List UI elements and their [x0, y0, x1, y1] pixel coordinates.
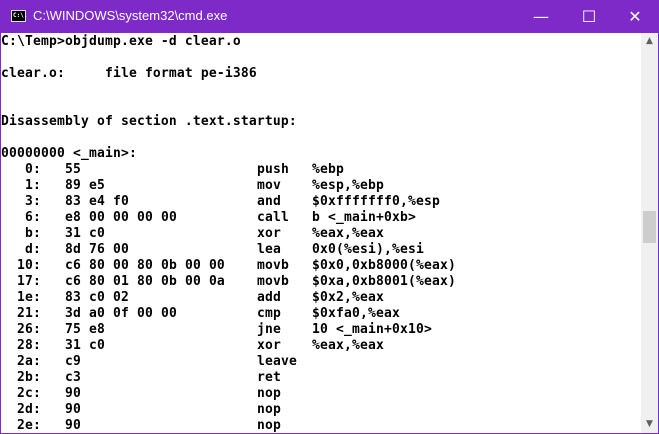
- window-title: C:\WINDOWS\system32\cmd.exe: [33, 8, 228, 23]
- address: 2e:: [17, 418, 41, 433]
- address: 28:: [17, 338, 41, 353]
- address: 6:: [25, 210, 41, 225]
- address: 2d:: [17, 402, 41, 417]
- operands: b <_main+0xb>: [312, 210, 416, 225]
- address: 21:: [17, 306, 41, 321]
- mnemonic: movb: [257, 258, 289, 273]
- maximize-icon: ☐: [581, 7, 597, 26]
- opcode-bytes: 31 c0: [65, 226, 105, 241]
- disassembly-row: 3: 83 e4 f0 and $0xfffffff0,%esp: [1, 194, 641, 210]
- operands: $0xfa0,%eax: [312, 306, 400, 321]
- operands: $0xa,0xb8001(%eax): [312, 274, 456, 289]
- disassembly-row: 2c: 90 nop: [1, 386, 641, 402]
- address: 0:: [25, 162, 41, 177]
- address: 26:: [17, 322, 41, 337]
- disassembly-row: 2e: 90 nop: [1, 418, 641, 433]
- opcode-bytes: c6 80 01 80 0b 00 0a: [65, 274, 225, 289]
- operands: 10 <_main+0x10>: [312, 322, 432, 337]
- symbol-label: 00000000 <_main>:: [1, 146, 137, 161]
- opcode-bytes: 55: [65, 162, 81, 177]
- mnemonic: nop: [257, 386, 281, 401]
- mnemonic: push: [257, 162, 289, 177]
- operands: $0x2,%eax: [312, 290, 384, 305]
- disassembly-row: 1: 89 e5 mov %esp,%ebp: [1, 178, 641, 194]
- disassembly-row: 6: e8 00 00 00 00 call b <_main+0xb>: [1, 210, 641, 226]
- operands: %esp,%ebp: [312, 178, 384, 193]
- mnemonic: nop: [257, 402, 281, 417]
- address: d:: [25, 242, 41, 257]
- mnemonic: movb: [257, 274, 289, 289]
- mnemonic: jne: [257, 322, 281, 337]
- opcode-bytes: 75 e8: [65, 322, 105, 337]
- maximize-button[interactable]: ☐: [566, 0, 612, 33]
- disassembly-row: d: 8d 76 00 lea 0x0(%esi),%esi: [1, 242, 641, 258]
- opcode-bytes: 83 c0 02: [65, 290, 129, 305]
- opcode-bytes: 90: [65, 402, 81, 417]
- close-icon: ✕: [628, 7, 642, 26]
- address: 17:: [17, 274, 41, 289]
- mnemonic: leave: [257, 354, 297, 369]
- minimize-icon: —: [533, 7, 549, 26]
- disassembly-row: 2b: c3 ret: [1, 370, 641, 386]
- close-button[interactable]: ✕: [612, 0, 658, 33]
- operands: 0x0(%esi),%esi: [312, 242, 424, 257]
- address: 3:: [25, 194, 41, 209]
- disassembly-row: 26: 75 e8 jne 10 <_main+0x10>: [1, 322, 641, 338]
- opcode-bytes: c6 80 00 80 0b 00 00: [65, 258, 225, 273]
- mnemonic: call: [257, 210, 289, 225]
- disassembly-row: 10: c6 80 00 80 0b 00 00 movb $0x0,0xb8000(…: [1, 258, 641, 274]
- console-output[interactable]: C:\Temp>objdump.exe -d clear.o clear.o: …: [1, 33, 641, 433]
- disassembly-row: 28: 31 c0 xor %eax,%eax: [1, 338, 641, 354]
- mnemonic: xor: [257, 338, 281, 353]
- disassembly-row: 21: 3d a0 0f 00 00 cmp $0xfa0,%eax: [1, 306, 641, 322]
- mnemonic: nop: [257, 418, 281, 433]
- address: 1e:: [17, 290, 41, 305]
- scroll-down-icon[interactable]: ▼: [641, 416, 658, 433]
- operands: $0xfffffff0,%esp: [312, 194, 440, 209]
- address: 2b:: [17, 370, 41, 385]
- minimize-button[interactable]: —: [518, 0, 564, 33]
- mnemonic: cmp: [257, 306, 281, 321]
- opcode-bytes: 90: [65, 386, 81, 401]
- address: 2a:: [17, 354, 41, 369]
- disassembly-row: 2a: c9 leave: [1, 354, 641, 370]
- address: 1:: [25, 178, 41, 193]
- opcode-bytes: 3d a0 0f 00 00: [65, 306, 177, 321]
- operands: %eax,%eax: [312, 226, 384, 241]
- operands: %ebp: [312, 162, 344, 177]
- cmd-app-icon[interactable]: C:\.: [11, 10, 27, 22]
- mnemonic: and: [257, 194, 281, 209]
- opcode-bytes: 8d 76 00: [65, 242, 129, 257]
- scrollbar-thumb[interactable]: [643, 211, 656, 243]
- opcode-bytes: 83 e4 f0: [65, 194, 129, 209]
- operands: $0x0,0xb8000(%eax): [312, 258, 456, 273]
- disassembly-row: b: 31 c0 xor %eax,%eax: [1, 226, 641, 242]
- opcode-bytes: 90: [65, 418, 81, 433]
- mnemonic: mov: [257, 178, 281, 193]
- opcode-bytes: 89 e5: [65, 178, 105, 193]
- opcode-bytes: c3: [65, 370, 81, 385]
- disassembly-row: 0: 55 push %ebp: [1, 162, 641, 178]
- mnemonic: lea: [257, 242, 281, 257]
- mnemonic: xor: [257, 226, 281, 241]
- section-header: Disassembly of section .text.startup:: [1, 114, 297, 129]
- address: 2c:: [17, 386, 41, 401]
- operands: %eax,%eax: [312, 338, 384, 353]
- file-format-line: clear.o: file format pe-i386: [1, 66, 257, 81]
- disassembly-row: 17: c6 80 01 80 0b 00 0a movb $0xa,0xb8001(…: [1, 274, 641, 290]
- scroll-up-icon[interactable]: ▲: [641, 33, 658, 50]
- mnemonic: add: [257, 290, 281, 305]
- mnemonic: ret: [257, 370, 281, 385]
- opcode-bytes: e8 00 00 00 00: [65, 210, 177, 225]
- command-line: C:\Temp>objdump.exe -d clear.o: [1, 34, 241, 49]
- disassembly-row: 2d: 90 nop: [1, 402, 641, 418]
- vertical-scrollbar[interactable]: ▲ ▼: [641, 33, 658, 433]
- address: b:: [25, 226, 41, 241]
- address: 10:: [17, 258, 41, 273]
- opcode-bytes: 31 c0: [65, 338, 105, 353]
- disassembly-row: 1e: 83 c0 02 add $0x2,%eax: [1, 290, 641, 306]
- title-bar[interactable]: C:\. C:\WINDOWS\system32\cmd.exe — ☐ ✕: [0, 0, 659, 33]
- opcode-bytes: c9: [65, 354, 81, 369]
